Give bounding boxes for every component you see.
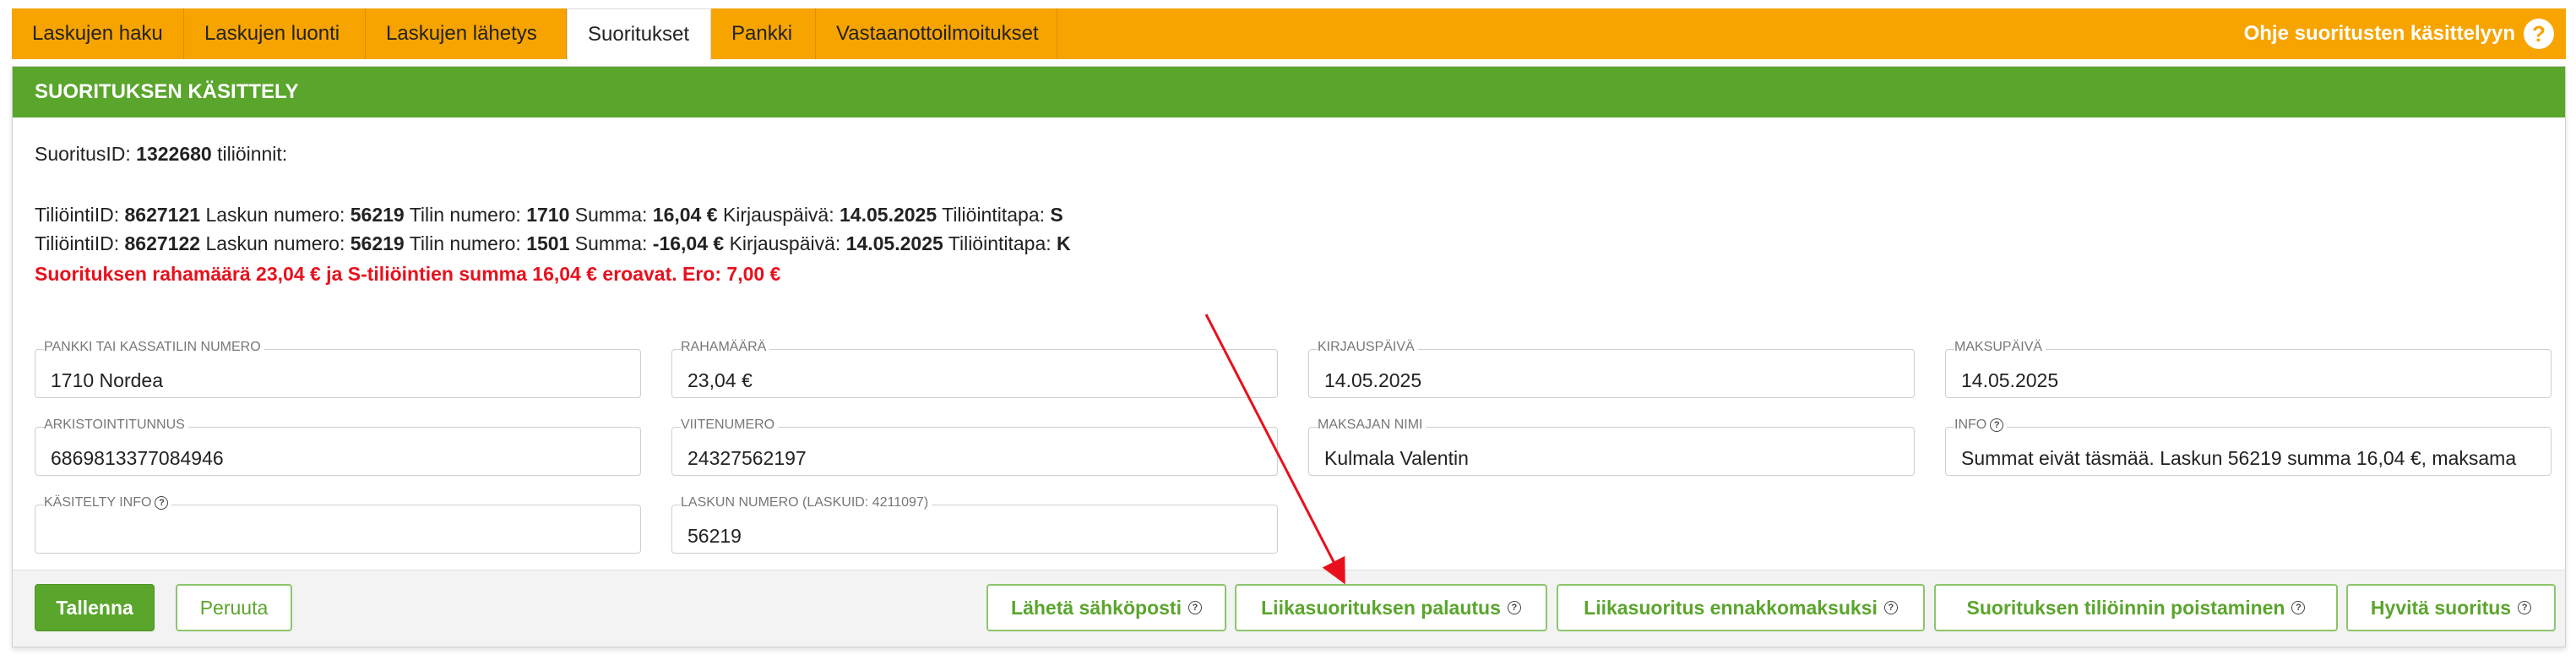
handled-info-field: KÄSITELTY INFO? xyxy=(35,495,641,554)
payer-name-field: MAKSAJAN NIMI xyxy=(1308,418,1915,476)
tab-laskujen-lahetys[interactable]: Laskujen lähetys xyxy=(366,8,567,59)
question-icon: ? xyxy=(2518,601,2532,614)
booking-date-input[interactable] xyxy=(1309,350,1914,397)
sum-label: Summa: xyxy=(574,204,648,226)
payment-processing-panel: SUORITUKSEN KÄSITTELY SuoritusID: 132268… xyxy=(12,66,2566,647)
tab-pankki[interactable]: Pankki xyxy=(711,8,816,59)
bank-account-input[interactable] xyxy=(35,350,640,397)
question-icon: ? xyxy=(2291,601,2306,614)
sum-label: Summa: xyxy=(574,232,648,254)
payer-name-input[interactable] xyxy=(1309,428,1914,475)
posting-method-label: Tiliöintitapa: xyxy=(942,204,1045,226)
invoice-number-input[interactable] xyxy=(672,505,1277,553)
account-number-label: Tilin numero: xyxy=(409,204,521,226)
account-number-value: 1501 xyxy=(526,232,570,254)
tiliointi-line: TiliöintiID: 8627121 Laskun numero: 5621… xyxy=(35,204,1063,227)
payment-date-field: MAKSUPÄIVÄ xyxy=(1945,340,2552,398)
invoice-number-field: LASKUN NUMERO (LASKUID: 4211097) xyxy=(671,495,1278,554)
info-input[interactable] xyxy=(1946,428,2551,475)
top-tab-bar: Laskujen haku Laskujen luonti Laskujen l… xyxy=(12,8,2566,61)
tiliointi-id-value: 8627121 xyxy=(124,204,201,226)
help-link-label: Ohje suoritusten käsittelyyn xyxy=(2243,22,2515,45)
save-button[interactable]: Tallenna xyxy=(35,584,155,631)
panel-title: SUORITUKSEN KÄSITTELY xyxy=(13,67,2565,117)
question-icon: ? xyxy=(1187,601,1202,614)
overpayment-prepayment-label: Liikasuoritus ennakkomaksuksi xyxy=(1584,596,1878,619)
overpayment-prepayment-button[interactable]: Liikasuoritus ennakkomaksuksi ? xyxy=(1557,584,1925,631)
invoice-number-label: Laskun numero: xyxy=(205,204,345,226)
question-icon: ? xyxy=(2524,19,2554,49)
question-icon: ? xyxy=(1507,601,1521,614)
reference-number-field: VIITENUMERO xyxy=(671,418,1278,476)
booking-date-label: Kirjauspäivä: xyxy=(722,204,834,226)
archive-id-input[interactable] xyxy=(35,428,640,475)
tiliointi-id-value: 8627122 xyxy=(124,232,201,254)
booking-date-label: Kirjauspäivä: xyxy=(729,232,841,254)
booking-date-value: 14.05.2025 xyxy=(840,204,937,226)
posting-method-value: K xyxy=(1057,232,1071,254)
posting-method-value: S xyxy=(1050,204,1063,226)
send-email-label: Lähetä sähköposti xyxy=(1011,596,1182,619)
invoice-number-label: Laskun numero: xyxy=(205,232,345,254)
tab-suoritukset[interactable]: Suoritukset xyxy=(567,8,711,61)
cancel-button[interactable]: Peruuta xyxy=(176,584,292,631)
invoice-number-value: 56219 xyxy=(350,204,405,226)
tab-laskujen-haku[interactable]: Laskujen haku xyxy=(12,8,184,59)
bank-account-field: PANKKI TAI KASSATILIN NUMERO xyxy=(35,340,641,398)
booking-date-field: KIRJAUSPÄIVÄ xyxy=(1308,340,1915,398)
question-icon: ? xyxy=(1883,601,1898,614)
overpayment-refund-label: Liikasuorituksen palautus xyxy=(1261,596,1501,619)
account-number-label: Tilin numero: xyxy=(409,232,521,254)
amount-field: RAHAMÄÄRÄ xyxy=(671,340,1278,398)
tiliointi-line: TiliöintiID: 8627122 Laskun numero: 5621… xyxy=(35,232,1071,255)
credit-payment-button[interactable]: Hyvitä suoritus ? xyxy=(2346,584,2556,631)
overpayment-refund-button[interactable]: Liikasuorituksen palautus ? xyxy=(1235,584,1547,631)
account-number-value: 1710 xyxy=(526,204,570,226)
handled-info-input[interactable] xyxy=(35,505,640,553)
booking-date-value: 14.05.2025 xyxy=(845,232,943,254)
info-field: INFO? xyxy=(1945,418,2552,476)
suoritus-id-label: SuoritusID: xyxy=(35,143,131,165)
suoritus-id-line: SuoritusID: 1322680 tiliöinnit: xyxy=(35,143,287,166)
action-footer: Tallenna Peruuta Lähetä sähköposti ? Lii… xyxy=(13,570,2565,647)
posting-method-label: Tiliöintitapa: xyxy=(948,232,1052,254)
invoice-number-value: 56219 xyxy=(350,232,405,254)
tab-laskujen-luonti[interactable]: Laskujen luonti xyxy=(184,8,366,59)
remove-posting-button[interactable]: Suorituksen tiliöinnin poistaminen ? xyxy=(1934,584,2338,631)
remove-posting-label: Suorituksen tiliöinnin poistaminen xyxy=(1966,596,2285,619)
archive-id-field: ARKISTOINTITUNNUS xyxy=(35,418,641,476)
suoritus-id-value: 1322680 xyxy=(136,143,212,165)
amount-input[interactable] xyxy=(672,350,1277,397)
send-email-button[interactable]: Lähetä sähköposti ? xyxy=(986,584,1226,631)
difference-warning: Suorituksen rahamäärä 23,04 € ja S-tiliö… xyxy=(35,263,781,285)
help-link[interactable]: Ohje suoritusten käsittelyyn ? xyxy=(2244,8,2554,59)
sum-value: -16,04 € xyxy=(652,232,725,254)
payment-date-input[interactable] xyxy=(1946,350,2551,397)
credit-payment-label: Hyvitä suoritus xyxy=(2370,596,2512,619)
tiliointi-id-label: TiliöintiID: xyxy=(35,204,120,226)
tiliointi-id-label: TiliöintiID: xyxy=(35,232,120,254)
sum-value: 16,04 € xyxy=(652,204,718,226)
suoritus-id-suffix: tiliöinnit: xyxy=(217,143,288,165)
tab-vastaanottoilmoitukset[interactable]: Vastaanottoilmoitukset xyxy=(816,8,1057,59)
reference-number-input[interactable] xyxy=(672,428,1277,475)
